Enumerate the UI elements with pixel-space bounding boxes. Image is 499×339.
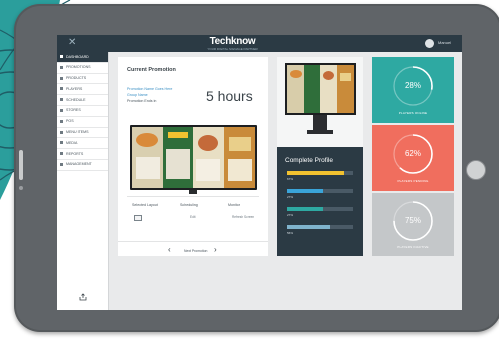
sidebar-item-label: PLAYERS xyxy=(66,86,83,91)
stat-card-players-inactive[interactable]: 75% PLAYERS INACTIVE xyxy=(372,193,454,256)
sidebar-item-schedule[interactable]: SCHEDULE xyxy=(57,95,108,106)
profile-bar-value: 56% xyxy=(287,231,294,235)
layout-thumbnail[interactable] xyxy=(134,215,142,221)
reports-icon xyxy=(60,152,63,156)
complete-profile-title: Complete Profile xyxy=(285,157,334,164)
sidebar-item-stores[interactable]: STORES xyxy=(57,106,108,117)
promotion-group-link[interactable]: Group Name xyxy=(127,93,148,97)
player-photo xyxy=(277,57,363,147)
edit-schedule-link[interactable]: Edit xyxy=(190,215,196,219)
promotion-ends-label: Promotion Ends in xyxy=(127,99,157,103)
sidebar-item-label: SCHEDULE xyxy=(66,97,86,102)
promotion-hours: 5 hours xyxy=(206,88,253,104)
profile-bar xyxy=(287,189,353,193)
stat-value: 62% xyxy=(404,149,421,158)
upload-icon[interactable] xyxy=(79,293,87,301)
profile-bar xyxy=(287,207,353,211)
stat-value: 28% xyxy=(404,81,421,90)
profile-bar-value: 67% xyxy=(287,177,294,181)
next-promotion-label[interactable]: Next Promotion xyxy=(184,249,207,253)
app-logo[interactable]: Techknow xyxy=(205,36,260,47)
sidebar-item-label: DASHBOARD xyxy=(66,54,89,59)
stat-card-players-online[interactable]: 28% PLAYERS ONLINE xyxy=(372,57,454,123)
selected-layout-label: Selected Layout xyxy=(132,203,158,207)
menu-items-icon xyxy=(60,130,63,134)
sidebar-item-label: MEDIA xyxy=(66,140,78,145)
promotions-icon xyxy=(60,65,63,69)
complete-profile-card: Complete Profile 67% 27% 27% 56% xyxy=(277,147,363,256)
app-screen: ✕ Techknow YOUR DIGITAL SIGNAGE PARTNER … xyxy=(57,35,462,310)
refresh-screen-link[interactable]: Refresh Screen xyxy=(232,215,254,219)
preview-stand xyxy=(189,190,197,194)
dashboard-icon xyxy=(60,55,63,58)
top-bar: ✕ Techknow YOUR DIGITAL SIGNAGE PARTNER … xyxy=(57,35,462,52)
sidebar: DASHBOARD PROMOTIONS PRODUCTS PLAYERS SC… xyxy=(57,52,109,310)
chevron-left-icon[interactable]: ‹ xyxy=(168,245,171,254)
scheduling-label: Scheduling xyxy=(180,203,198,207)
sidebar-item-label: POS xyxy=(66,119,74,124)
promotion-title: Current Promotion xyxy=(127,67,176,73)
profile-bar xyxy=(287,171,353,175)
profile-bar-value: 27% xyxy=(287,213,294,217)
stat-label: PLAYERS INACTIVE xyxy=(397,245,429,249)
avatar[interactable] xyxy=(425,39,434,48)
sidebar-item-menu-items[interactable]: MENU ITEMS xyxy=(57,128,108,139)
tablet-side-key xyxy=(19,150,23,180)
sidebar-item-reports[interactable]: REPORTS xyxy=(57,149,108,160)
stat-label: PLAYERS PENDING xyxy=(397,179,429,183)
profile-bar-value: 27% xyxy=(287,195,294,199)
sidebar-item-players[interactable]: PLAYERS xyxy=(57,84,108,96)
sidebar-item-pos[interactable]: POS xyxy=(57,117,108,128)
promotion-preview-screen[interactable] xyxy=(130,125,257,190)
stat-card-players-pending[interactable]: 62% PLAYERS PENDING xyxy=(372,125,454,191)
tablet-sensor xyxy=(19,186,23,190)
logo-tagline: YOUR DIGITAL SIGNAGE PARTNER xyxy=(207,47,258,51)
monitor-label: Monitor xyxy=(228,203,240,207)
current-promotion-card: Current Promotion Promotion Name Goes He… xyxy=(118,57,268,256)
stat-label: PLAYERS ONLINE xyxy=(398,111,428,115)
close-icon[interactable]: ✕ xyxy=(68,37,76,48)
products-icon xyxy=(60,76,63,80)
tablet-home-button[interactable] xyxy=(466,160,486,180)
schedule-icon xyxy=(60,98,63,102)
sidebar-item-dashboard[interactable]: DASHBOARD xyxy=(57,52,108,63)
sidebar-item-products[interactable]: PRODUCTS xyxy=(57,74,108,85)
stores-icon xyxy=(60,108,63,112)
promotion-pager: ‹ Next Promotion › xyxy=(118,241,268,257)
media-icon xyxy=(60,141,63,145)
sidebar-item-label: STORES xyxy=(66,108,81,113)
divider xyxy=(127,196,259,197)
user-name[interactable]: Manuel xyxy=(438,40,451,45)
stat-value: 75% xyxy=(404,216,421,225)
sidebar-item-media[interactable]: MEDIA xyxy=(57,138,108,150)
players-icon xyxy=(60,87,63,91)
sidebar-item-label: REPORTS xyxy=(66,151,84,156)
pos-icon xyxy=(60,119,63,123)
sidebar-item-label: MENU ITEMS xyxy=(66,130,89,135)
profile-bar xyxy=(287,225,353,229)
sidebar-item-promotions[interactable]: PROMOTIONS xyxy=(57,63,108,74)
chevron-right-icon[interactable]: › xyxy=(214,245,217,254)
sidebar-item-management[interactable]: MANAGEMENT xyxy=(57,160,108,171)
sidebar-item-label: PROMOTIONS xyxy=(66,65,91,70)
promotion-name-link[interactable]: Promotion Name Goes Here xyxy=(127,87,172,91)
sidebar-item-label: MANAGEMENT xyxy=(66,162,92,167)
sidebar-item-label: PRODUCTS xyxy=(66,76,87,81)
management-icon xyxy=(60,162,63,166)
